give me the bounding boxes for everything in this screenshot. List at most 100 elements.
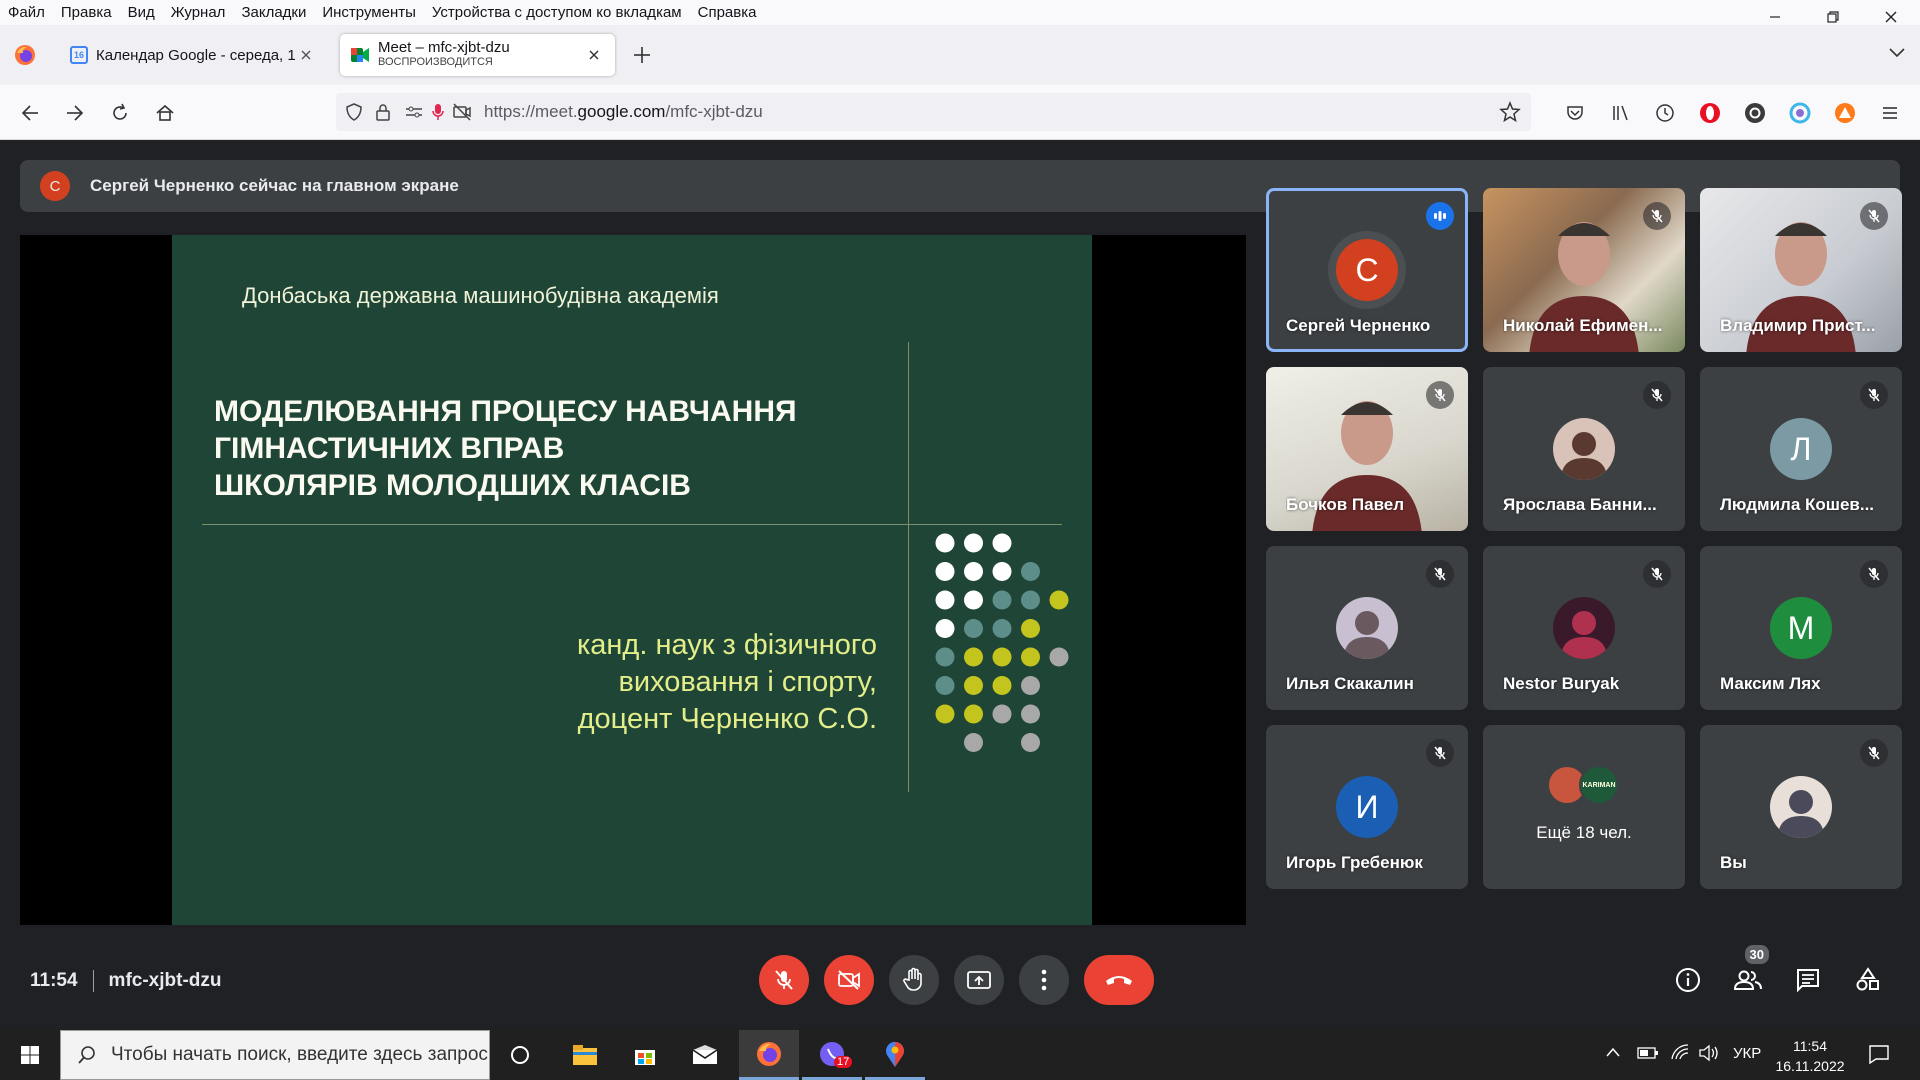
store-icon[interactable]: [615, 1030, 675, 1080]
home-icon[interactable]: [145, 85, 185, 140]
menu-history[interactable]: Журнал: [163, 4, 234, 21]
participant-tile[interactable]: М Максим Лях: [1700, 546, 1902, 710]
menu-view[interactable]: Вид: [120, 4, 163, 21]
hang-up-icon: [1106, 976, 1132, 985]
participant-tile[interactable]: И Игорь Гребенюк: [1266, 725, 1468, 889]
slide-dot: [1021, 733, 1040, 752]
meeting-info: 11:54 mfc-xjbt-dzu: [30, 970, 221, 992]
extension-o-icon[interactable]: [1735, 85, 1775, 140]
meeting-details-button[interactable]: [1663, 955, 1713, 1005]
slide-author-line: виховання і спорту,: [618, 666, 878, 698]
slide-dot: [935, 676, 955, 695]
participant-tile[interactable]: KARIMAN Ещё 18 чел.: [1483, 725, 1685, 889]
maps-pin-icon[interactable]: [865, 1030, 925, 1080]
microphone-off-icon: [775, 970, 793, 990]
notifications-icon[interactable]: [1868, 1044, 1890, 1064]
raise-hand-button[interactable]: [889, 955, 939, 1005]
participant-tile[interactable]: Бочков Павел: [1266, 367, 1468, 531]
participant-tile[interactable]: Владимир Прист...: [1700, 188, 1902, 352]
microphone-active-icon[interactable]: [430, 102, 446, 122]
camera-blocked-icon[interactable]: [452, 102, 472, 122]
slide-dot: [992, 562, 1012, 581]
pocket-icon[interactable]: [1555, 85, 1595, 140]
camera-toggle-button[interactable]: [824, 955, 874, 1005]
participant-name: Николай Ефимен...: [1503, 316, 1663, 335]
participant-tile[interactable]: Nestor Buryak: [1483, 546, 1685, 710]
participant-tile[interactable]: С Сергей Черненко: [1266, 188, 1468, 352]
taskbar-firefox-icon[interactable]: [739, 1030, 799, 1080]
tab-title: Meet – mfc-xjbt-dzu: [378, 39, 510, 56]
slide-dot: [1021, 676, 1040, 695]
chat-button[interactable]: [1783, 955, 1833, 1005]
slide-author: канд. наук з фізичного виховання і спорт…: [577, 627, 877, 738]
menu-help[interactable]: Справка: [690, 4, 765, 21]
tray-chevron-icon[interactable]: [1605, 1046, 1621, 1058]
tab-meet[interactable]: Meet – mfc-xjbt-dzu ВОСПРОИЗВОДИТСЯ: [340, 34, 615, 76]
opera-extension-icon[interactable]: [1690, 85, 1730, 140]
tab-calendar[interactable]: 16 Календар Google - середа, 16: [60, 34, 325, 76]
search-icon: [78, 1046, 95, 1064]
windows-start-icon[interactable]: [0, 1030, 60, 1080]
menu-bookmarks[interactable]: Закладки: [233, 4, 314, 21]
slide-dot: [992, 647, 1012, 667]
shield-icon[interactable]: [344, 102, 364, 122]
back-icon[interactable]: [10, 85, 50, 140]
mail-icon[interactable]: [675, 1030, 735, 1080]
close-tab-icon[interactable]: [300, 49, 312, 61]
menu-file[interactable]: Файл: [0, 4, 53, 21]
participant-tile[interactable]: Николай Ефимен...: [1483, 188, 1685, 352]
microphone-toggle-button[interactable]: [759, 955, 809, 1005]
slide-dot: [992, 619, 1012, 638]
permissions-icon[interactable]: [404, 102, 424, 122]
presentation-slide: Донбаська державна машинобудівна академі…: [172, 235, 1092, 925]
tab-list-chevron-icon[interactable]: [1888, 47, 1906, 59]
file-explorer-icon[interactable]: [555, 1030, 615, 1080]
participant-tile[interactable]: Вы: [1700, 725, 1902, 889]
menu-tools[interactable]: Инструменты: [314, 4, 424, 21]
taskbar-clock[interactable]: 11:54 16.11.2022: [1775, 1036, 1845, 1076]
slide-title-line: МОДЕЛЮВАННЯ ПРОЦЕСУ НАВЧАННЯ: [214, 395, 797, 428]
presentation-stage[interactable]: Донбаська державна машинобудівна академі…: [20, 235, 1246, 925]
tab-playing-label: ВОСПРОИЗВОДИТСЯ: [378, 56, 493, 68]
lock-icon[interactable]: [374, 102, 392, 122]
participant-name: Игорь Гребенюк: [1286, 853, 1423, 872]
leave-call-button[interactable]: [1084, 955, 1154, 1005]
taskbar-search-box[interactable]: Чтобы начать поиск, введите здесь запрос: [60, 1030, 490, 1080]
viber-icon[interactable]: 17: [802, 1030, 862, 1080]
wifi-icon[interactable]: [1670, 1043, 1690, 1061]
extension-ring-icon[interactable]: [1780, 85, 1820, 140]
new-tab-icon[interactable]: [632, 45, 652, 65]
bookmark-star-icon[interactable]: [1499, 101, 1521, 123]
library-icon[interactable]: [1600, 85, 1640, 140]
menu-edit[interactable]: Правка: [53, 4, 120, 21]
url-domain: google.com: [577, 102, 666, 121]
more-options-button[interactable]: [1019, 955, 1069, 1005]
tab-title: Календар Google - середа, 16: [96, 46, 296, 64]
forward-icon[interactable]: [55, 85, 95, 140]
volume-icon[interactable]: [1698, 1044, 1720, 1062]
participant-tile[interactable]: Л Людмила Кошев...: [1700, 367, 1902, 531]
url-bar[interactable]: https://meet. google.com/mfc-xjbt-dzu: [336, 93, 1531, 131]
firefox-icon[interactable]: [14, 44, 36, 66]
cortana-icon[interactable]: [490, 1030, 550, 1080]
muted-microphone-icon: [1860, 202, 1888, 230]
reload-icon[interactable]: [100, 85, 140, 140]
extension-orange-icon[interactable]: [1825, 85, 1865, 140]
participant-photo: [1553, 597, 1615, 659]
url-path: /mfc-xjbt-dzu: [665, 102, 763, 121]
hamburger-menu-icon[interactable]: [1870, 85, 1910, 140]
divider: [92, 970, 94, 992]
calendar-icon: 16: [70, 46, 88, 64]
present-screen-button[interactable]: [954, 955, 1004, 1005]
meeting-time: 11:54: [30, 970, 78, 991]
language-indicator[interactable]: УКР: [1733, 1045, 1761, 1062]
participant-tile[interactable]: Илья Скакалин: [1266, 546, 1468, 710]
activities-button[interactable]: [1843, 955, 1893, 1005]
people-button[interactable]: 30: [1723, 943, 1773, 1005]
close-tab-icon[interactable]: [588, 49, 600, 61]
participant-tile[interactable]: Ярослава Банни...: [1483, 367, 1685, 531]
battery-icon[interactable]: [1637, 1046, 1659, 1060]
history-clock-icon[interactable]: [1645, 85, 1685, 140]
menu-synced-tabs[interactable]: Устройства с доступом ко вкладкам: [424, 4, 690, 21]
viber-badge: 17: [834, 1056, 853, 1068]
